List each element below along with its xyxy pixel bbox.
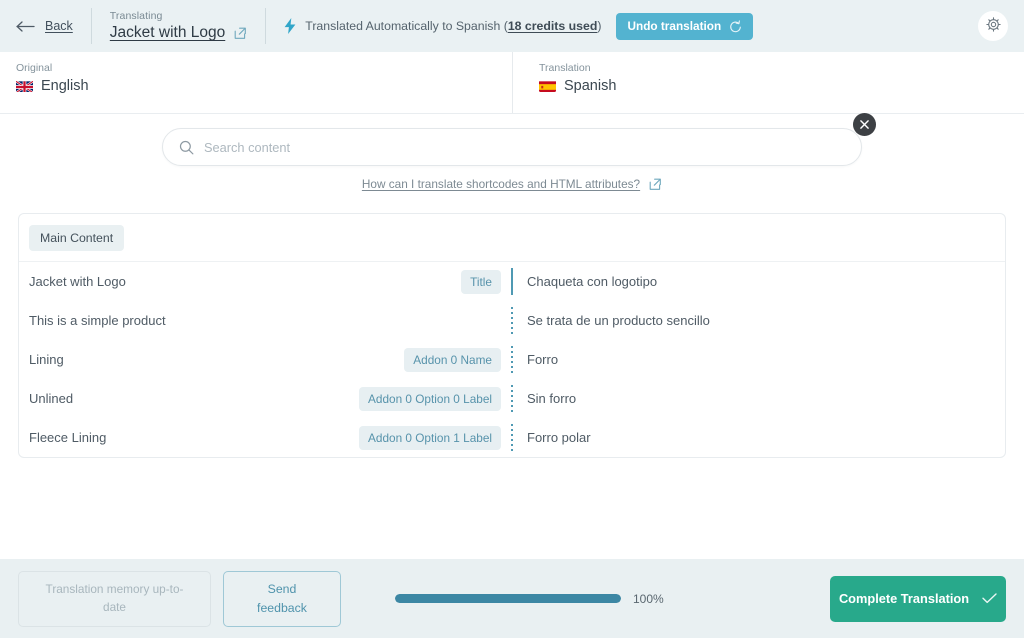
- target-cell[interactable]: Se trata de un producto sencillo: [513, 312, 1005, 330]
- help-row: How can I translate shortcodes and HTML …: [0, 177, 1024, 191]
- source-language-name: English: [41, 78, 89, 94]
- progress-bar: [395, 594, 621, 603]
- search-icon: [179, 140, 194, 155]
- bolt-icon: [284, 18, 296, 34]
- external-link-icon[interactable]: [649, 178, 662, 191]
- target-cell[interactable]: Sin forro: [513, 390, 1005, 408]
- table-row[interactable]: Lining Addon 0 Name Forro: [19, 340, 1005, 379]
- app-header: Back Translating Jacket with Logo Transl…: [0, 0, 1024, 52]
- field-type-chip: Addon 0 Option 0 Label: [359, 386, 501, 411]
- search-box[interactable]: [162, 128, 862, 166]
- search-input[interactable]: [204, 129, 845, 165]
- card-header: Main Content: [19, 214, 1005, 262]
- send-feedback-line1: Send: [267, 582, 297, 597]
- undo-translation-label: Undo translation: [627, 19, 722, 33]
- back-button[interactable]: Back: [16, 0, 91, 52]
- content-card: Main Content Jacket with Logo Title Chaque…: [18, 213, 1006, 458]
- status-text: Translated Automatically to Spanish (18 …: [305, 19, 601, 33]
- target-text: Sin forro: [527, 390, 577, 406]
- tab-main-content[interactable]: Main Content: [29, 225, 125, 251]
- send-feedback-label: Send feedback: [257, 580, 307, 617]
- target-language-name: Spanish: [564, 78, 617, 94]
- table-row[interactable]: This is a simple product Se trata de un p…: [19, 301, 1005, 340]
- title-row: Jacket with Logo: [110, 24, 247, 42]
- source-text: Jacket with Logo: [29, 273, 126, 289]
- source-cell: This is a simple product: [19, 312, 511, 330]
- send-feedback-line2: feedback: [257, 600, 307, 615]
- undo-translation-button[interactable]: Undo translation: [616, 12, 754, 40]
- spain-flag-icon: [539, 80, 556, 92]
- table-row[interactable]: Unlined Addon 0 Option 0 Label Sin forro: [19, 379, 1005, 418]
- translating-title-group: Translating Jacket with Logo: [92, 10, 265, 42]
- source-language-column: Original English: [0, 52, 512, 113]
- credits-used-link[interactable]: 18 credits used: [508, 19, 598, 33]
- source-language-eyebrow: Original: [16, 62, 53, 74]
- target-language-row: Spanish: [539, 78, 1024, 94]
- close-icon: [860, 117, 869, 132]
- search-zone: How can I translate shortcodes and HTML …: [0, 113, 1024, 191]
- undo-icon: [729, 19, 742, 33]
- shortcodes-help-link[interactable]: How can I translate shortcodes and HTML …: [362, 177, 640, 191]
- source-text: Fleece Lining: [29, 429, 107, 445]
- table-row[interactable]: Jacket with Logo Title Chaqueta con logoti…: [19, 262, 1005, 301]
- source-text: This is a simple product: [29, 312, 166, 328]
- translating-eyebrow: Translating: [109, 10, 163, 22]
- field-type-chip: Title: [461, 269, 501, 294]
- arrow-left-icon: [16, 20, 36, 32]
- translation-status: Translated Automatically to Spanish (18 …: [266, 12, 754, 40]
- uk-flag-icon: [16, 80, 33, 92]
- target-text: Forro polar: [527, 429, 591, 445]
- field-type-chip: Addon 0 Name: [404, 347, 501, 372]
- translation-memory-label: Translation memory up-to-date: [45, 582, 184, 614]
- source-cell: Unlined Addon 0 Option 0 Label: [19, 386, 511, 411]
- target-cell[interactable]: Forro: [513, 351, 1005, 369]
- source-cell: Lining Addon 0 Name: [19, 347, 511, 372]
- gear-icon: [985, 17, 1001, 35]
- search-wrapper: [162, 113, 876, 166]
- language-bar: Original English Translation Spanish: [0, 52, 1024, 114]
- target-text: Chaqueta con logotipo: [527, 273, 658, 289]
- page-title[interactable]: Jacket with Logo: [110, 24, 225, 42]
- status-suffix: ): [597, 19, 602, 33]
- complete-translation-button[interactable]: Complete Translation: [830, 575, 1006, 622]
- table-row[interactable]: Fleece Lining Addon 0 Option 1 Label Forro…: [19, 418, 1005, 457]
- target-language-eyebrow: Translation: [539, 62, 591, 74]
- source-cell: Jacket with Logo Title: [19, 269, 511, 294]
- back-label: Back: [45, 19, 73, 33]
- target-cell[interactable]: Chaqueta con logotipo: [513, 273, 1005, 291]
- field-type-chip: Addon 0 Option 1 Label: [359, 425, 501, 450]
- progress-bar-fill: [395, 594, 621, 603]
- app-footer: Translation memory up-to-date Send feedb…: [0, 559, 1024, 638]
- source-language-row: English: [16, 78, 512, 94]
- check-icon: [982, 593, 997, 604]
- complete-translation-label: Complete Translation: [838, 591, 970, 606]
- source-cell: Fleece Lining Addon 0 Option 1 Label: [19, 425, 511, 450]
- status-prefix: Translated Automatically to Spanish (: [305, 19, 508, 33]
- external-link-icon[interactable]: [234, 27, 247, 40]
- close-search-button[interactable]: [853, 113, 876, 136]
- target-cell[interactable]: Forro polar: [513, 429, 1005, 447]
- translation-memory-button: Translation memory up-to-date: [18, 570, 211, 627]
- progress-percent-label: 100%: [633, 591, 664, 606]
- settings-button[interactable]: [978, 11, 1008, 41]
- send-feedback-button[interactable]: Send feedback: [223, 570, 341, 627]
- progress-area: 100%: [353, 592, 818, 606]
- source-text: Lining: [29, 351, 64, 367]
- source-text: Unlined: [29, 390, 74, 406]
- target-text: Forro: [527, 351, 559, 367]
- translation-rows: Jacket with Logo Title Chaqueta con logoti…: [19, 262, 1005, 457]
- target-text: Se trata de un producto sencillo: [527, 312, 710, 328]
- target-language-column: Translation Spanish: [512, 52, 1024, 113]
